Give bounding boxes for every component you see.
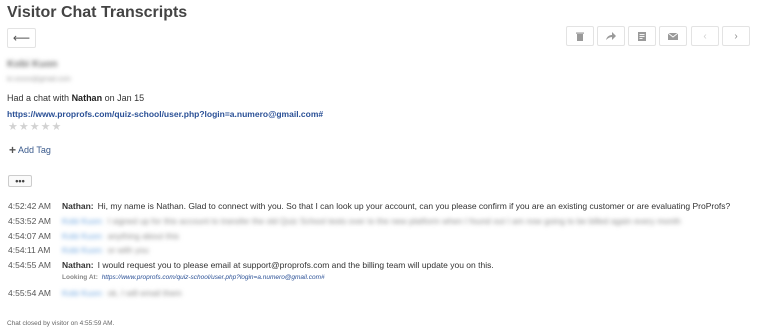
note-button[interactable] bbox=[628, 26, 656, 46]
message-sender: Kobi Kuon: bbox=[62, 231, 104, 241]
forward-icon bbox=[606, 32, 616, 40]
add-tag-label: Add Tag bbox=[18, 145, 51, 155]
message-sender: Kobi Kuon: bbox=[62, 216, 104, 226]
add-tag-button[interactable]: + Add Tag bbox=[9, 143, 51, 157]
back-button[interactable]: ⟵ bbox=[7, 28, 36, 48]
star-icon[interactable]: ★ bbox=[52, 122, 62, 133]
message-time: 4:55:54 AM bbox=[8, 288, 52, 298]
chat-closed-note: Chat closed by visitor on 4:55:59 AM. bbox=[7, 320, 115, 327]
chat-message: 4:52:42 AM Nathan: Hi, my name is Nathan… bbox=[8, 201, 730, 211]
message-sender: Nathan: bbox=[62, 260, 94, 270]
message-sender: Kobi Kuon: bbox=[62, 245, 104, 255]
star-icon[interactable]: ★ bbox=[19, 122, 29, 133]
star-icon[interactable]: ★ bbox=[30, 122, 40, 133]
note-icon bbox=[638, 31, 646, 41]
message-time: 4:53:52 AM bbox=[8, 216, 52, 226]
message-text: anything about this bbox=[107, 231, 179, 241]
message-text: Hi, my name is Nathan. Glad to connect w… bbox=[97, 201, 731, 211]
more-button[interactable]: ••• bbox=[8, 175, 32, 187]
message-text: I would request you to please email at s… bbox=[97, 260, 494, 270]
chat-prefix: Had a chat with bbox=[7, 93, 70, 103]
looking-at-label: Looking At: bbox=[62, 274, 98, 281]
message-text: ok, I will email them bbox=[107, 288, 182, 298]
arrow-left-icon: ⟵ bbox=[12, 31, 31, 45]
message-time: 4:52:42 AM bbox=[8, 201, 52, 211]
rating-stars[interactable]: ★ ★ ★ ★ ★ bbox=[8, 122, 61, 133]
previous-button[interactable]: ‹ bbox=[691, 26, 719, 46]
trash-icon bbox=[576, 32, 584, 41]
chevron-left-icon: ‹ bbox=[703, 30, 707, 42]
star-icon[interactable]: ★ bbox=[8, 122, 18, 133]
forward-button[interactable] bbox=[597, 26, 625, 46]
chat-message: 4:54:07 AM Kobi Kuon: anything about thi… bbox=[8, 231, 179, 241]
next-button[interactable]: › bbox=[722, 26, 750, 46]
chat-summary: Had a chat with Nathan on Jan 15 bbox=[7, 93, 144, 103]
message-time: 4:54:11 AM bbox=[8, 245, 51, 255]
envelope-icon bbox=[668, 32, 678, 40]
chat-message: 4:53:52 AM Kobi Kuon: I signed up for th… bbox=[8, 216, 681, 226]
agent-name: Nathan bbox=[71, 93, 103, 103]
message-text: or with you bbox=[107, 245, 149, 255]
chat-date: on Jan 15 bbox=[104, 93, 145, 103]
chat-message: 4:55:54 AM Kobi Kuon: ok, I will email t… bbox=[8, 288, 182, 298]
chat-message: 4:54:11 AM Kobi Kuon: or with you bbox=[8, 245, 149, 255]
visitor-email: kr.xxxxx@gmail.com bbox=[7, 76, 71, 83]
message-sender: Nathan: bbox=[62, 201, 94, 211]
delete-button[interactable] bbox=[566, 26, 594, 46]
email-button[interactable] bbox=[659, 26, 687, 46]
star-icon[interactable]: ★ bbox=[41, 122, 51, 133]
page-title: Visitor Chat Transcripts bbox=[7, 4, 188, 21]
message-time: 4:54:07 AM bbox=[8, 231, 52, 241]
message-sender: Kobi Kuon: bbox=[62, 288, 104, 298]
message-text: I signed up for this account to transfer… bbox=[107, 216, 681, 226]
looking-at-link[interactable]: https://www.proprofs.com/quiz-school/use… bbox=[102, 274, 325, 281]
chat-message: 4:54:55 AM Nathan: I would request you t… bbox=[8, 260, 494, 270]
visitor-name: Kobi Kuon bbox=[7, 59, 58, 70]
plus-icon: + bbox=[9, 143, 17, 157]
visitor-page-link[interactable]: https://www.proprofs.com/quiz-school/use… bbox=[7, 109, 323, 119]
chevron-right-icon: › bbox=[734, 30, 738, 42]
looking-at: Looking At: https://www.proprofs.com/qui… bbox=[62, 274, 325, 281]
message-time: 4:54:55 AM bbox=[8, 260, 52, 270]
